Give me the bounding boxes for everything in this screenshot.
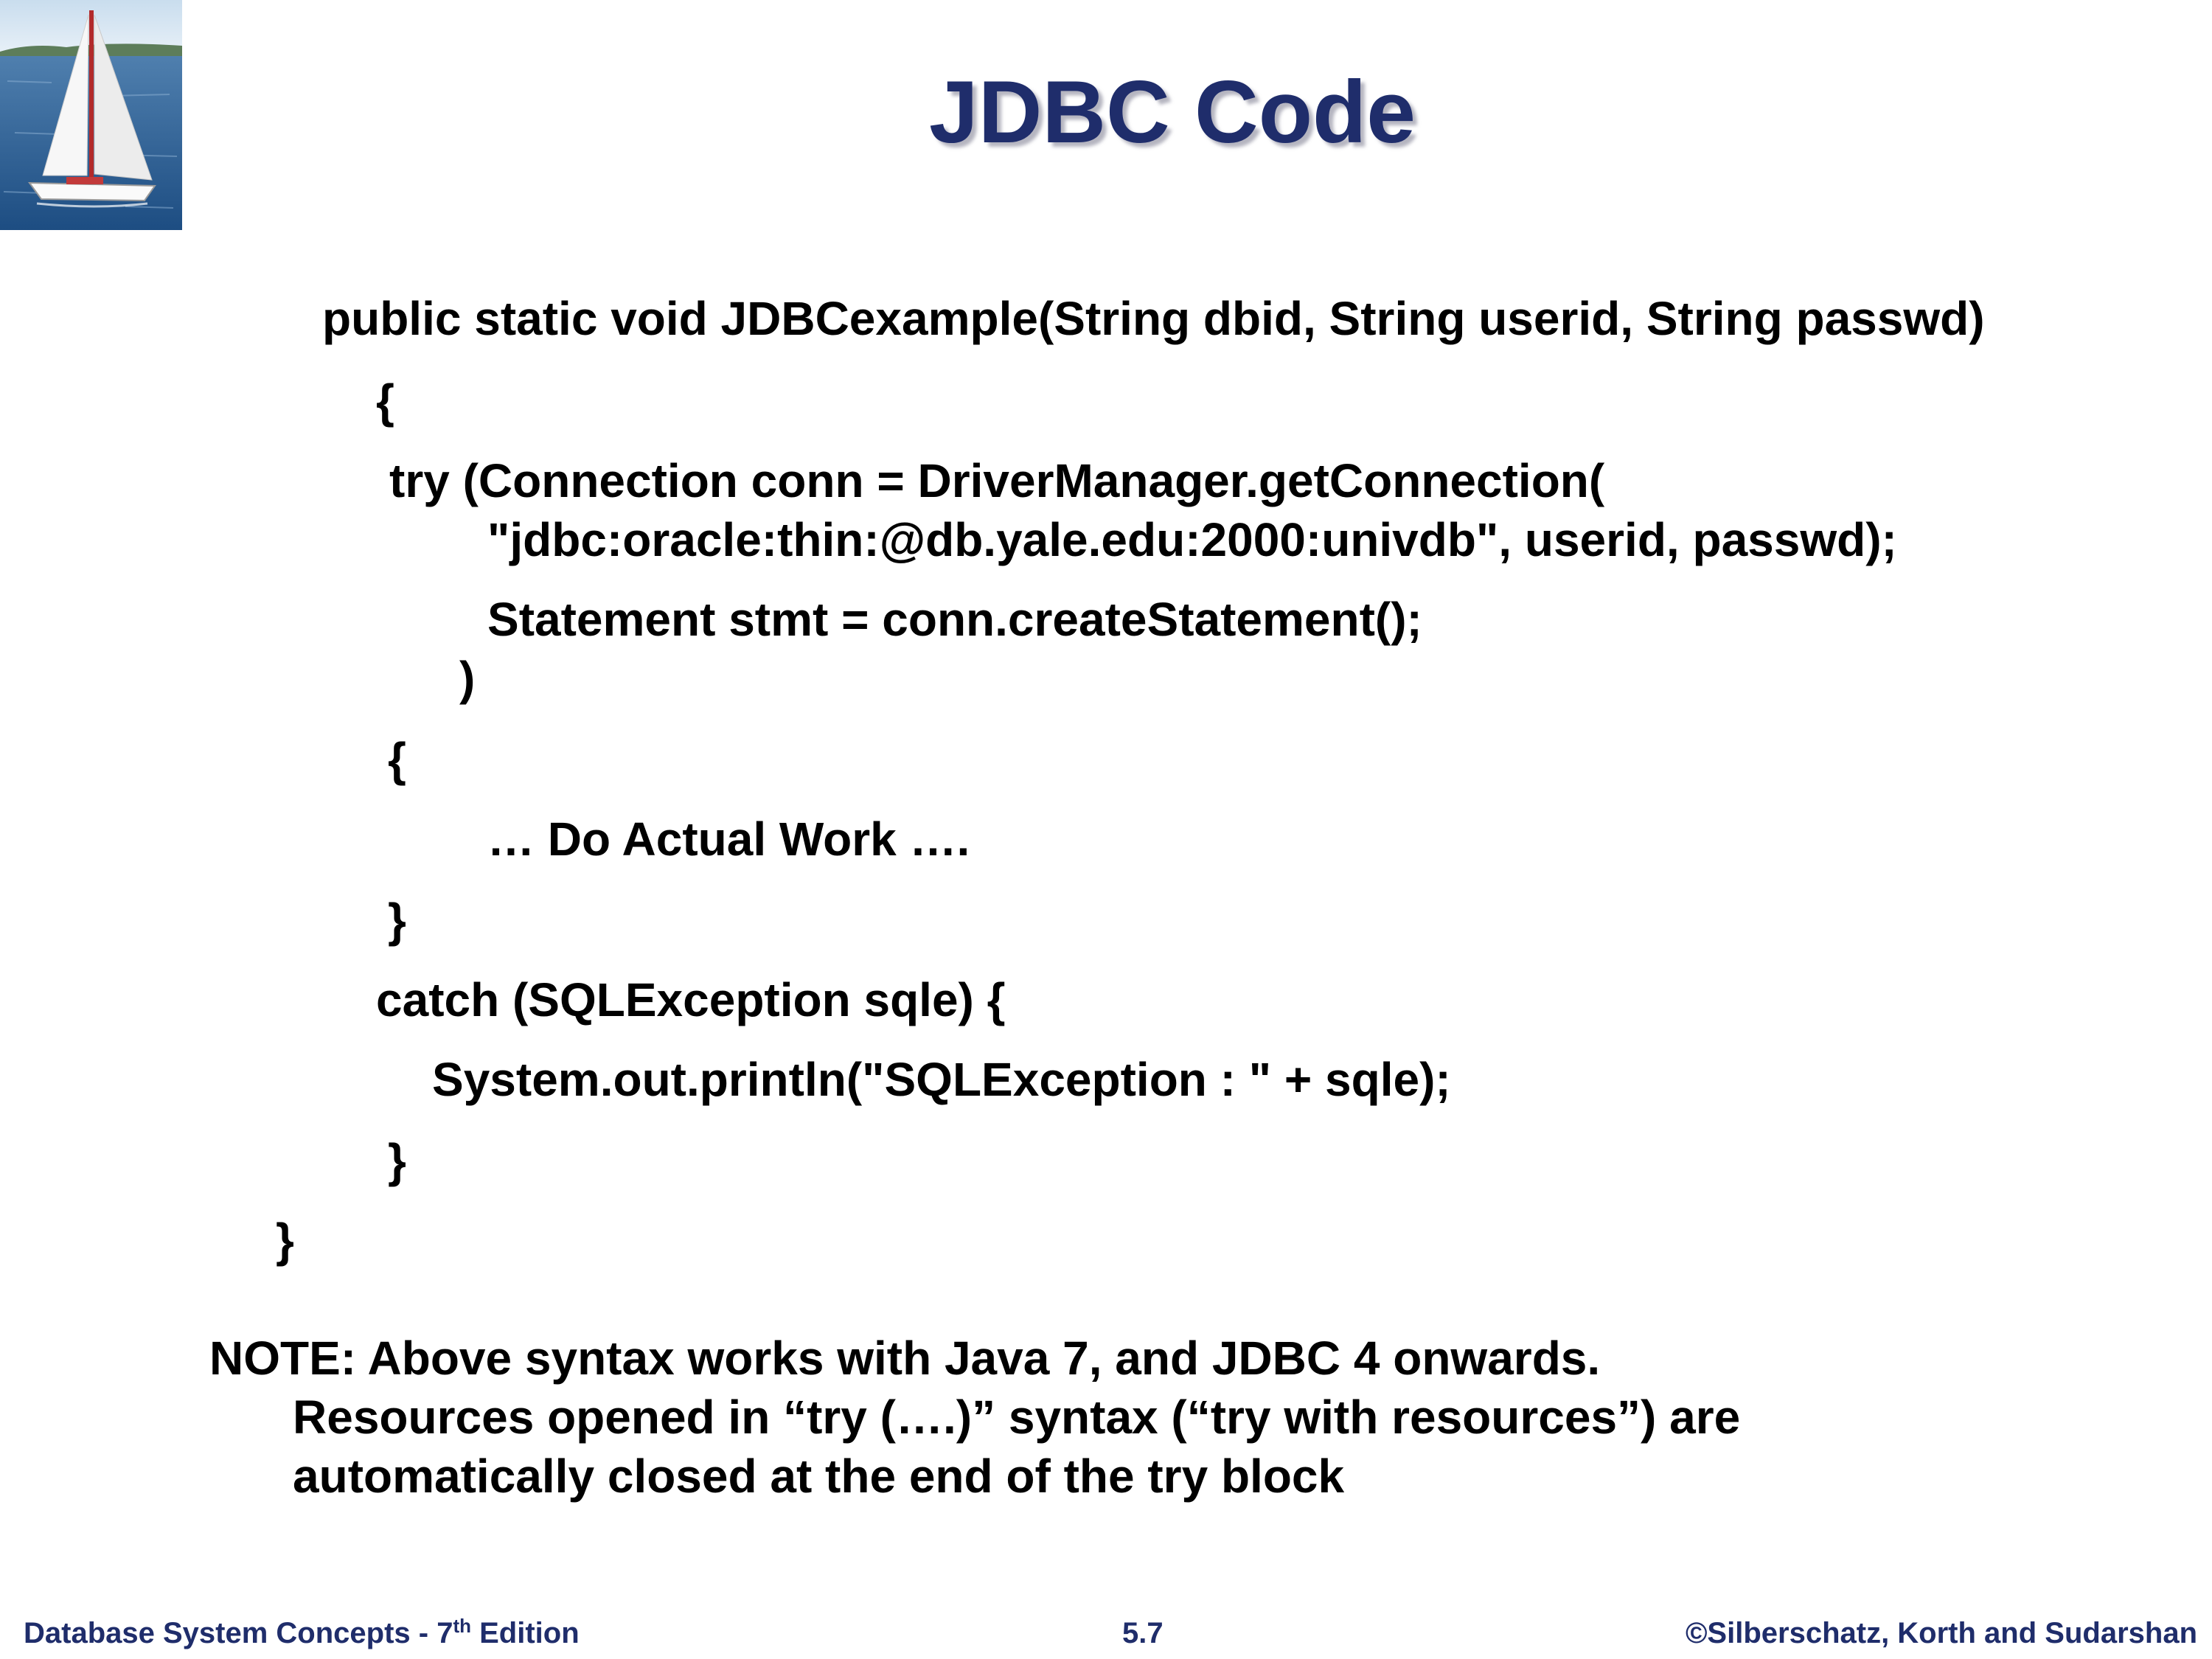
code-line-open-brace: {	[376, 375, 394, 428]
slide: JDBC Code public static void JDBCexample…	[0, 0, 2212, 1659]
note-line-1: NOTE: Above syntax works with Java 7, an…	[209, 1332, 1601, 1385]
code-line-method-close-brace: }	[276, 1214, 294, 1267]
code-line-try: try (Connection conn = DriverManager.get…	[389, 454, 1605, 507]
code-line-println: System.out.println("SQLException : " + s…	[432, 1053, 1451, 1106]
note-line-2: Resources opened in “try (….)” syntax (“…	[293, 1391, 1741, 1444]
footer-copyright: ©Silberschatz, Korth and Sudarshan	[1685, 1617, 2197, 1649]
code-line-statement: Statement stmt = conn.createStatement();	[487, 593, 1422, 646]
code-line-signature: public static void JDBCexample(String db…	[322, 292, 1985, 345]
code-line-catch-close-brace: }	[388, 1134, 406, 1187]
note-line-3: automatically closed at the end of the t…	[293, 1450, 1345, 1503]
code-line-catch: catch (SQLException sqle) {	[376, 973, 1006, 1026]
code-line-do-work: … Do Actual Work ….	[487, 813, 970, 866]
footer-edition-superscript: th	[453, 1615, 471, 1637]
footer-page-number: 5.7	[1122, 1617, 1164, 1649]
code-line-try-close-brace: }	[388, 894, 406, 947]
footer-book-title: Database System Concepts - 7th Edition	[24, 1615, 580, 1652]
code-line-try-open-brace: {	[388, 733, 406, 786]
footer-edition-suffix: Edition	[471, 1617, 580, 1649]
slide-title: JDBC Code	[928, 63, 1416, 161]
footer-book-title-text: Database System Concepts - 7	[24, 1617, 453, 1649]
code-line-close-paren: )	[459, 652, 476, 705]
code-line-connection-string: "jdbc:oracle:thin:@db.yale.edu:2000:univ…	[487, 513, 1897, 566]
